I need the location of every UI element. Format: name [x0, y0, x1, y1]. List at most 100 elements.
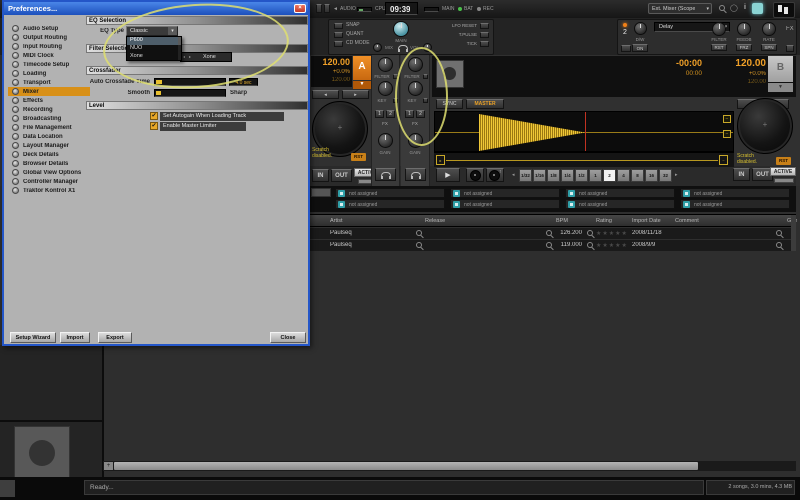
search-icon[interactable]: [546, 230, 552, 236]
autogain-checkbox[interactable]: ✔: [150, 112, 158, 120]
close-icon[interactable]: ×: [294, 4, 306, 13]
loop-size-option[interactable]: 8: [631, 169, 644, 182]
channel-a-cue-button[interactable]: [375, 168, 396, 181]
snap-button[interactable]: [334, 23, 343, 29]
loop-size-option[interactable]: 1/4: [561, 169, 574, 182]
search-icon[interactable]: [587, 230, 593, 236]
sidebar-item-input-routing[interactable]: Input Routing: [8, 42, 90, 51]
fx-knob-3-button[interactable]: SPN: [761, 44, 777, 51]
deck-b-cup-button[interactable]: ↑: [486, 168, 504, 182]
channel-b-cue-button[interactable]: [405, 168, 426, 181]
fullscreen-icon[interactable]: ◯: [730, 4, 738, 12]
main-volume-knob[interactable]: [393, 21, 409, 37]
dry-wet-knob[interactable]: [634, 22, 647, 35]
deck-b-cue-button[interactable]: [466, 168, 484, 182]
sidebar-item-transport[interactable]: Transport: [8, 78, 90, 87]
fx-panel-mode-button[interactable]: [621, 45, 631, 52]
loop-size-option[interactable]: 32: [659, 169, 672, 182]
sidebar-item-deck-details[interactable]: Deck Details: [8, 150, 90, 159]
cd-mode-button[interactable]: [334, 41, 343, 47]
browser-scrollbar-vertical[interactable]: [791, 215, 796, 251]
channel-a-gain-knob[interactable]: [378, 133, 393, 148]
sidebar-item-broadcasting[interactable]: Broadcasting: [8, 114, 90, 123]
smooth-sharp-slider[interactable]: [154, 89, 226, 97]
channel-a-fx1-button[interactable]: 1: [375, 110, 384, 118]
layout-icon[interactable]: [316, 4, 322, 13]
column-header-import-date[interactable]: Import Date: [632, 218, 661, 224]
deck-a-loop-out-button[interactable]: OUT: [331, 169, 352, 182]
fx-knob-2[interactable]: [737, 22, 751, 36]
loop-size-option[interactable]: 1/16: [533, 169, 546, 182]
quant-button[interactable]: [334, 32, 343, 38]
fx-expand-button[interactable]: [786, 45, 794, 52]
lfo-reset-button[interactable]: [480, 23, 489, 29]
fx-assign-slot[interactable]: not assigned: [565, 188, 675, 198]
fx-assign-slot[interactable]: not assigned: [335, 199, 445, 209]
deck-a-rst-button[interactable]: RST: [351, 153, 366, 161]
layout-icon[interactable]: [324, 4, 330, 13]
channel-a-key-knob[interactable]: [378, 81, 393, 96]
loop-size-option[interactable]: 16: [645, 169, 658, 182]
sidebar-item-file-management[interactable]: File Management: [8, 123, 90, 132]
sidebar-item-global-view-options[interactable]: Global View Options: [8, 168, 90, 177]
deck-a-loop-in-button[interactable]: IN: [312, 169, 329, 182]
search-icon[interactable]: [416, 242, 422, 248]
fx-assign-slot[interactable]: not assigned: [450, 188, 560, 198]
column-header-artist[interactable]: Artist: [330, 218, 343, 224]
sidebar-item-browser-details[interactable]: Browser Details: [8, 159, 90, 168]
deck-b-rst-button[interactable]: RST: [776, 157, 791, 165]
fx-assign-slot[interactable]: not assigned: [565, 199, 675, 209]
t-pulse-button[interactable]: [480, 32, 489, 38]
deck-b-master-button[interactable]: MASTER: [466, 99, 504, 109]
sidebar-item-layout-manager[interactable]: Layout Manager: [8, 141, 90, 150]
master-limiter-checkbox[interactable]: ✔: [150, 122, 158, 130]
track-row[interactable]: Paulseq 119.000 ★★★★★ 2008/9/9: [310, 240, 796, 251]
close-button[interactable]: Close: [270, 332, 306, 343]
column-header-rating[interactable]: Rating: [596, 218, 612, 224]
loop-size-option[interactable]: 1: [589, 169, 602, 182]
deck-b-jog-wheel[interactable]: +: [737, 98, 793, 154]
channel-a-fx2-button[interactable]: 2: [386, 110, 395, 118]
loop-size-option[interactable]: 1/2: [575, 169, 588, 182]
fx-assign-slot[interactable]: not assigned: [680, 188, 790, 198]
fx-knob-1[interactable]: [712, 22, 726, 36]
fx-assign-slot[interactable]: not assigned: [680, 199, 790, 209]
search-icon[interactable]: [776, 230, 782, 236]
fx-knob-2-button[interactable]: FRZ: [736, 44, 752, 51]
loop-size-option[interactable]: 4: [617, 169, 630, 182]
cruise-icon[interactable]: [752, 3, 763, 14]
fx-knob-1-button[interactable]: RST: [711, 44, 727, 51]
deck-a-badge-arrow[interactable]: ▼: [353, 81, 371, 89]
column-header-release[interactable]: Release: [425, 218, 445, 224]
waveform-zoom-in-button[interactable]: −: [723, 115, 731, 123]
sidebar-item-midi-clock[interactable]: MIDI Clock: [8, 51, 90, 60]
sidebar-item-controller-manager[interactable]: Controller Manager: [8, 177, 90, 186]
deck-b-loop-in-button[interactable]: IN: [733, 168, 750, 181]
mixer-mode-dropdown[interactable]: Ext. Mixer (Scope ▾: [648, 3, 712, 14]
sidebar-item-timecode-setup[interactable]: Timecode Setup: [8, 60, 90, 69]
deck-b-badge[interactable]: B: [768, 56, 793, 82]
column-header-comment[interactable]: Comment: [675, 218, 699, 224]
fx-on-button[interactable]: ON: [632, 44, 648, 52]
track-row[interactable]: Paulseq 126.200 ★★★★★ 2008/11/18: [310, 228, 796, 239]
deck-b-loop-active-button[interactable]: ACTIVE: [770, 167, 796, 176]
loop-size-option[interactable]: 1/8: [547, 169, 560, 182]
scrollbar-thumb[interactable]: [114, 462, 698, 470]
export-button[interactable]: Export: [98, 332, 132, 343]
fx-assign-slot[interactable]: not assigned: [450, 199, 560, 209]
loop-size-option-selected[interactable]: 2: [603, 169, 616, 182]
loop-size-prev[interactable]: ◂: [512, 172, 515, 178]
search-icon[interactable]: [416, 230, 422, 236]
search-icon[interactable]: [719, 5, 725, 11]
sidebar-item-audio-setup[interactable]: Audio Setup: [8, 24, 90, 33]
deck-b-play-button[interactable]: ▶: [436, 168, 460, 182]
scrollbar-plus-button[interactable]: +: [104, 462, 113, 470]
channel-a-filter-knob[interactable]: [378, 57, 393, 72]
setup-wizard-button[interactable]: Setup Wizard: [10, 332, 56, 343]
waveform-zoom-out-button[interactable]: −: [723, 130, 731, 138]
sidebar-item-loading[interactable]: Loading: [8, 69, 90, 78]
info-icon[interactable]: i: [744, 4, 746, 11]
tick-button[interactable]: [480, 41, 489, 47]
deck-a-badge[interactable]: A: [353, 56, 371, 80]
loop-size-option[interactable]: 1/32: [519, 169, 532, 182]
